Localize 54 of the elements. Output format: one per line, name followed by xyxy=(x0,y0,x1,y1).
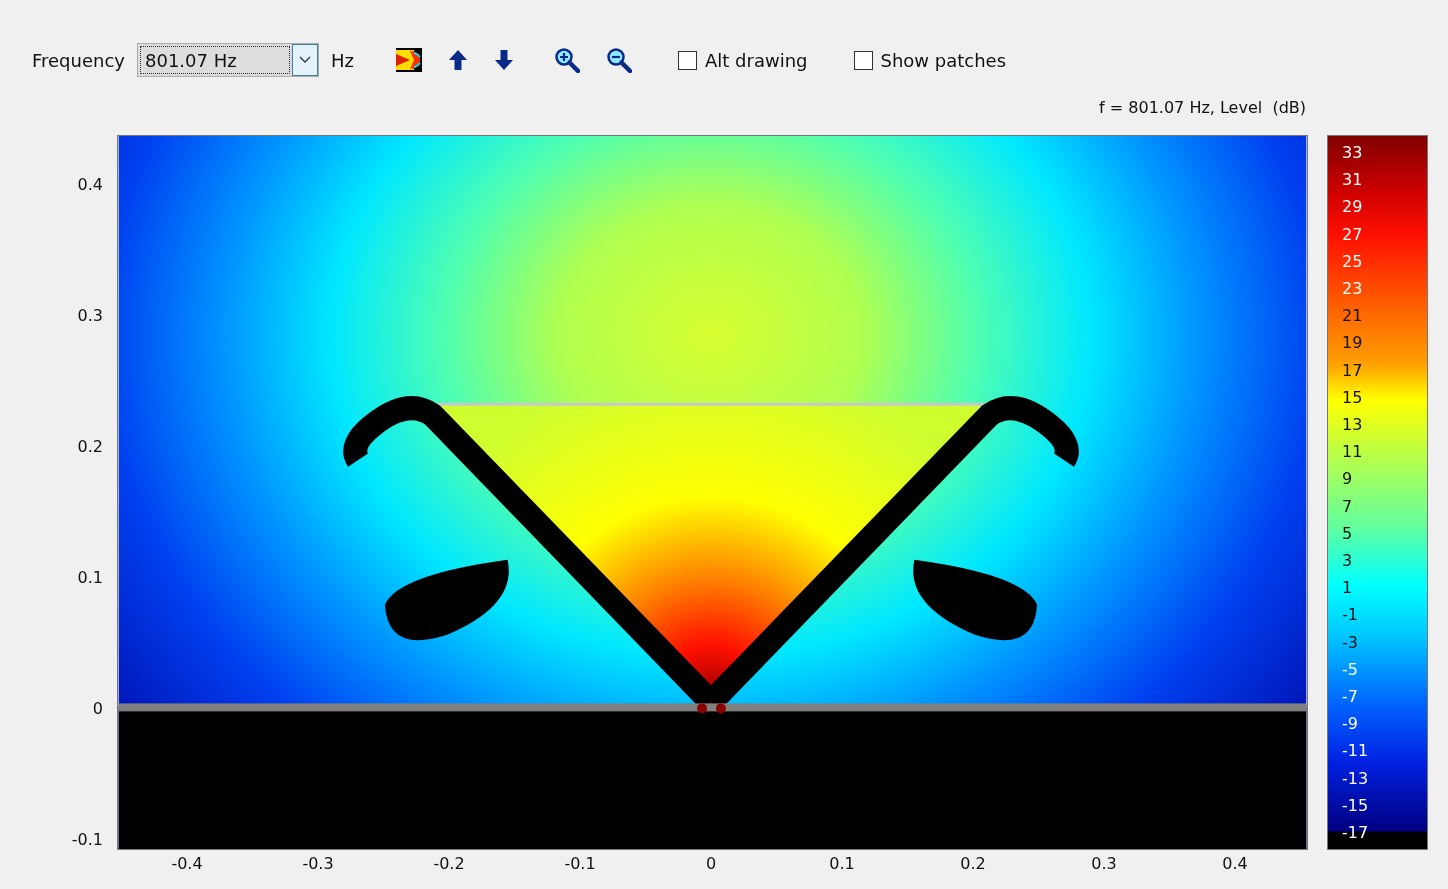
unit-label: Hz xyxy=(331,49,354,71)
x-tick-label: -0.2 xyxy=(432,854,466,873)
colorbar-label: -9 xyxy=(1342,714,1358,734)
colorbar-label: -3 xyxy=(1342,632,1358,652)
x-tick-label: 0.4 xyxy=(1221,854,1249,873)
y-tick-label: 0.2 xyxy=(77,437,103,456)
frequency-label: Frequency xyxy=(32,49,125,71)
colorbar-label: 29 xyxy=(1342,197,1363,217)
frequency-dropdown[interactable]: 801.07 Hz xyxy=(137,43,319,77)
colorbar-label: -5 xyxy=(1342,659,1358,679)
x-tick-label: -0.1 xyxy=(563,854,597,873)
colorbar-label: 27 xyxy=(1342,224,1363,244)
checkbox[interactable]: Alt drawing xyxy=(678,49,808,71)
plot-title: f = 801.07 Hz, Level (dB) xyxy=(1099,98,1306,119)
x-tick-label: -0.3 xyxy=(301,854,335,873)
y-tick-label: 0.3 xyxy=(77,306,103,325)
zoom-in-icon[interactable] xyxy=(554,47,580,73)
colorbar-label: -17 xyxy=(1342,823,1369,842)
zoom-out-icon[interactable] xyxy=(606,47,632,73)
arrow-up-icon[interactable] xyxy=(448,49,468,71)
colorbar-label: 9 xyxy=(1342,469,1353,489)
colorbar-label: 21 xyxy=(1342,306,1363,326)
colorbar-label: 5 xyxy=(1342,523,1353,543)
colorbar-label: 25 xyxy=(1342,251,1363,271)
colorbar-label: 3 xyxy=(1342,551,1353,570)
x-tick-label: 0.3 xyxy=(1090,854,1118,873)
colormap-icon[interactable] xyxy=(396,48,422,72)
x-tick-label: 0.1 xyxy=(828,854,856,873)
colorbar-label: -13 xyxy=(1342,768,1369,788)
chevron-down-icon xyxy=(299,56,311,64)
x-tick-label: -0.4 xyxy=(170,854,204,873)
colorbar-label: -11 xyxy=(1342,741,1369,761)
colorbar-label: -1 xyxy=(1342,605,1358,625)
colorbar-label: 11 xyxy=(1342,442,1363,462)
y-tick-label: 0.4 xyxy=(77,175,103,194)
colorbar-label: 7 xyxy=(1342,496,1353,516)
x-tick-label: 0.2 xyxy=(959,854,987,873)
colorbar-label: 31 xyxy=(1342,170,1363,190)
y-tick-label: 0.1 xyxy=(77,568,103,587)
colorbar-label: 1 xyxy=(1342,578,1353,598)
colorbar-label: 17 xyxy=(1342,360,1363,380)
y-tick-label: -0.1 xyxy=(71,830,103,849)
colorbar-label: -15 xyxy=(1342,795,1369,815)
colorbar-label: 23 xyxy=(1342,279,1363,298)
arrow-down-icon[interactable] xyxy=(494,49,514,71)
colorbar-label: 33 xyxy=(1342,143,1363,162)
colorbar-label: 19 xyxy=(1342,333,1363,353)
y-tick-label: 0 xyxy=(92,699,103,718)
source-points xyxy=(697,703,726,714)
checkbox[interactable]: Show patches xyxy=(853,49,1007,71)
colorbar-label: 13 xyxy=(1342,415,1363,434)
x-tick-label: 0 xyxy=(704,854,718,873)
colorbar-label: -7 xyxy=(1342,687,1358,706)
colorbar-label: 15 xyxy=(1342,387,1363,407)
